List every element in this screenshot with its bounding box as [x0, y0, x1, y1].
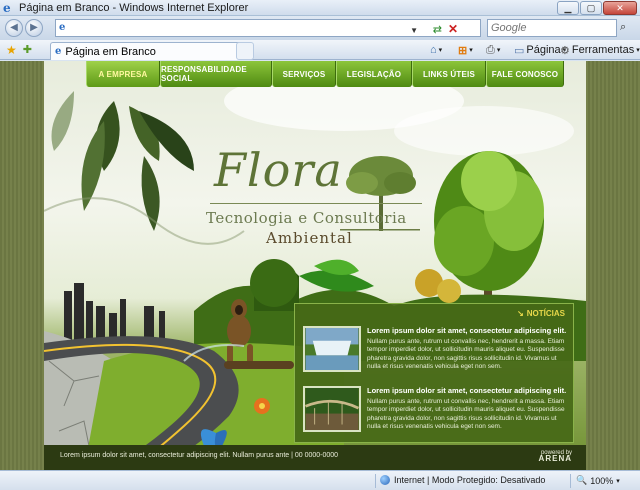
menu-item-fale-conosco[interactable]: FALE CONOSCO — [486, 61, 564, 87]
news-title: Lorem ipsum dolor sit amet, consectetur … — [367, 326, 567, 335]
status-bar: Internet | Modo Protegido: Desativado 🔍 … — [0, 470, 640, 490]
zoom-level: 100% — [590, 475, 614, 486]
favorites-star-icon[interactable]: ★ — [6, 43, 17, 57]
footer-text: Lorem ipsum dolor sit amet, consectetur … — [60, 452, 339, 459]
tools-menu-label: Ferramentas — [571, 44, 635, 56]
page-icon: e — [59, 22, 66, 33]
window-title: Página em Branco - Windows Internet Expl… — [19, 1, 249, 14]
news-heading: NOTÍCIAS — [526, 309, 565, 318]
tab-bar: ★ ✚ e Página em Branco ⌂ ▾ ⊞ ▾ ⎙ ▾ ▭ Página… — [0, 40, 640, 60]
tab-active[interactable]: e Página em Branco — [50, 42, 250, 60]
address-bar: ◀ ▶ e ▼ ⇄ ✕ ⌕ — [0, 16, 640, 40]
chevron-down-icon: ▾ — [616, 477, 620, 485]
main-menu: A EMPRESA RESPONSABILIDADE SOCIAL SERVIÇ… — [86, 61, 586, 89]
home-button[interactable]: ⌂ ▾ — [430, 43, 442, 57]
ie-logo-icon: e — [3, 0, 11, 15]
globe-icon — [380, 475, 390, 485]
stop-icon[interactable]: ✕ — [448, 22, 458, 36]
bridge-thumbnail — [303, 386, 361, 432]
menu-item-legislacao[interactable]: LEGISLAÇÃO — [336, 61, 412, 87]
news-body: Nullam purus ante, rutrum ut convallis n… — [367, 338, 565, 371]
add-favorites-icon[interactable]: ✚ — [23, 43, 32, 56]
title-bar: e Página em Branco - Windows Internet Ex… — [0, 0, 640, 16]
minimize-button[interactable]: ▁ — [557, 1, 579, 15]
logo-word: Flora — [214, 143, 343, 197]
tab-label: Página em Branco — [65, 45, 156, 58]
status-separator — [570, 474, 571, 488]
gear-icon: ⚙ — [560, 44, 570, 57]
maximize-button[interactable]: ▢ — [580, 1, 602, 15]
refresh-icon[interactable]: ⇄ — [433, 23, 442, 36]
home-icon: ⌂ — [430, 44, 437, 56]
url-field[interactable]: e ▼ ⇄ ✕ — [55, 19, 481, 37]
news-item[interactable]: Lorem ipsum dolor sit amet, consectetur … — [303, 326, 567, 372]
tools-menu-button[interactable]: ⚙ Ferramentas ▾ — [560, 43, 640, 57]
url-dropdown-icon[interactable]: ▼ — [410, 26, 418, 35]
feeds-icon: ⊞ — [458, 44, 468, 57]
news-body: Nullam purus ante, rutrum ut convallis n… — [367, 398, 565, 431]
hanging-leaves — [51, 91, 194, 231]
menu-item-a-empresa[interactable]: A EMPRESA — [86, 61, 160, 87]
search-input[interactable] — [488, 20, 598, 36]
powered-by-badge[interactable]: powered by ARENA — [539, 450, 572, 463]
news-item[interactable]: Lorem ipsum dolor sit amet, consectetur … — [303, 386, 567, 432]
waterfall-thumbnail — [303, 326, 361, 372]
menu-item-responsabilidade-social[interactable]: RESPONSABILIDADE SOCIAL — [160, 61, 272, 87]
logo-divider — [210, 203, 422, 204]
new-tab-button[interactable] — [236, 42, 254, 60]
page-viewport: A EMPRESA RESPONSABILIDADE SOCIAL SERVIÇ… — [0, 61, 640, 470]
logo-tagline-2: Ambiental — [266, 229, 353, 247]
news-panel: ↘ NOTÍCIAS Lorem ipsum dolor sit amet, c… — [294, 303, 574, 443]
site-footer: Lorem ipsum dolor sit amet, consectetur … — [44, 445, 586, 470]
powered-by-brand: ARENA — [538, 454, 572, 463]
menu-item-servicos[interactable]: SERVIÇOS — [272, 61, 336, 87]
search-field[interactable] — [487, 19, 617, 37]
back-button[interactable]: ◀ — [5, 19, 23, 37]
news-header[interactable]: ↘ NOTÍCIAS — [517, 309, 565, 318]
page-menu-icon: ▭ — [514, 44, 525, 57]
security-zone-text: Internet | Modo Protegido: Desativado — [394, 475, 546, 485]
news-title: Lorem ipsum dolor sit amet, consectetur … — [367, 386, 567, 395]
security-zone[interactable]: Internet | Modo Protegido: Desativado — [380, 475, 545, 485]
zoom-control[interactable]: 🔍 100% ▾ — [576, 475, 620, 486]
website: A EMPRESA RESPONSABILIDADE SOCIAL SERVIÇ… — [44, 61, 586, 470]
search-icon[interactable]: ⌕ — [620, 21, 626, 34]
menu-item-links-uteis[interactable]: LINKS ÚTEIS — [412, 61, 486, 87]
feeds-button[interactable]: ⊞ ▾ — [458, 43, 473, 57]
close-button[interactable]: ✕ — [603, 1, 637, 15]
page-menu-button[interactable]: ▭ Página ▾ — [514, 43, 566, 57]
forward-button[interactable]: ▶ — [25, 19, 43, 37]
page-menu-label: Página — [526, 44, 561, 56]
zoom-icon: 🔍 — [576, 475, 588, 485]
printer-icon: ⎙ — [486, 43, 495, 56]
status-separator — [375, 474, 376, 488]
tab-page-icon: e — [55, 46, 62, 57]
city-skyline — [64, 283, 165, 341]
arrow-icon: ↘ — [517, 309, 524, 318]
print-button[interactable]: ⎙ ▾ — [486, 43, 500, 57]
window-controls: ▁ ▢ ✕ — [557, 1, 637, 15]
logo-tagline: Tecnologia e Consultoria — [206, 209, 407, 227]
